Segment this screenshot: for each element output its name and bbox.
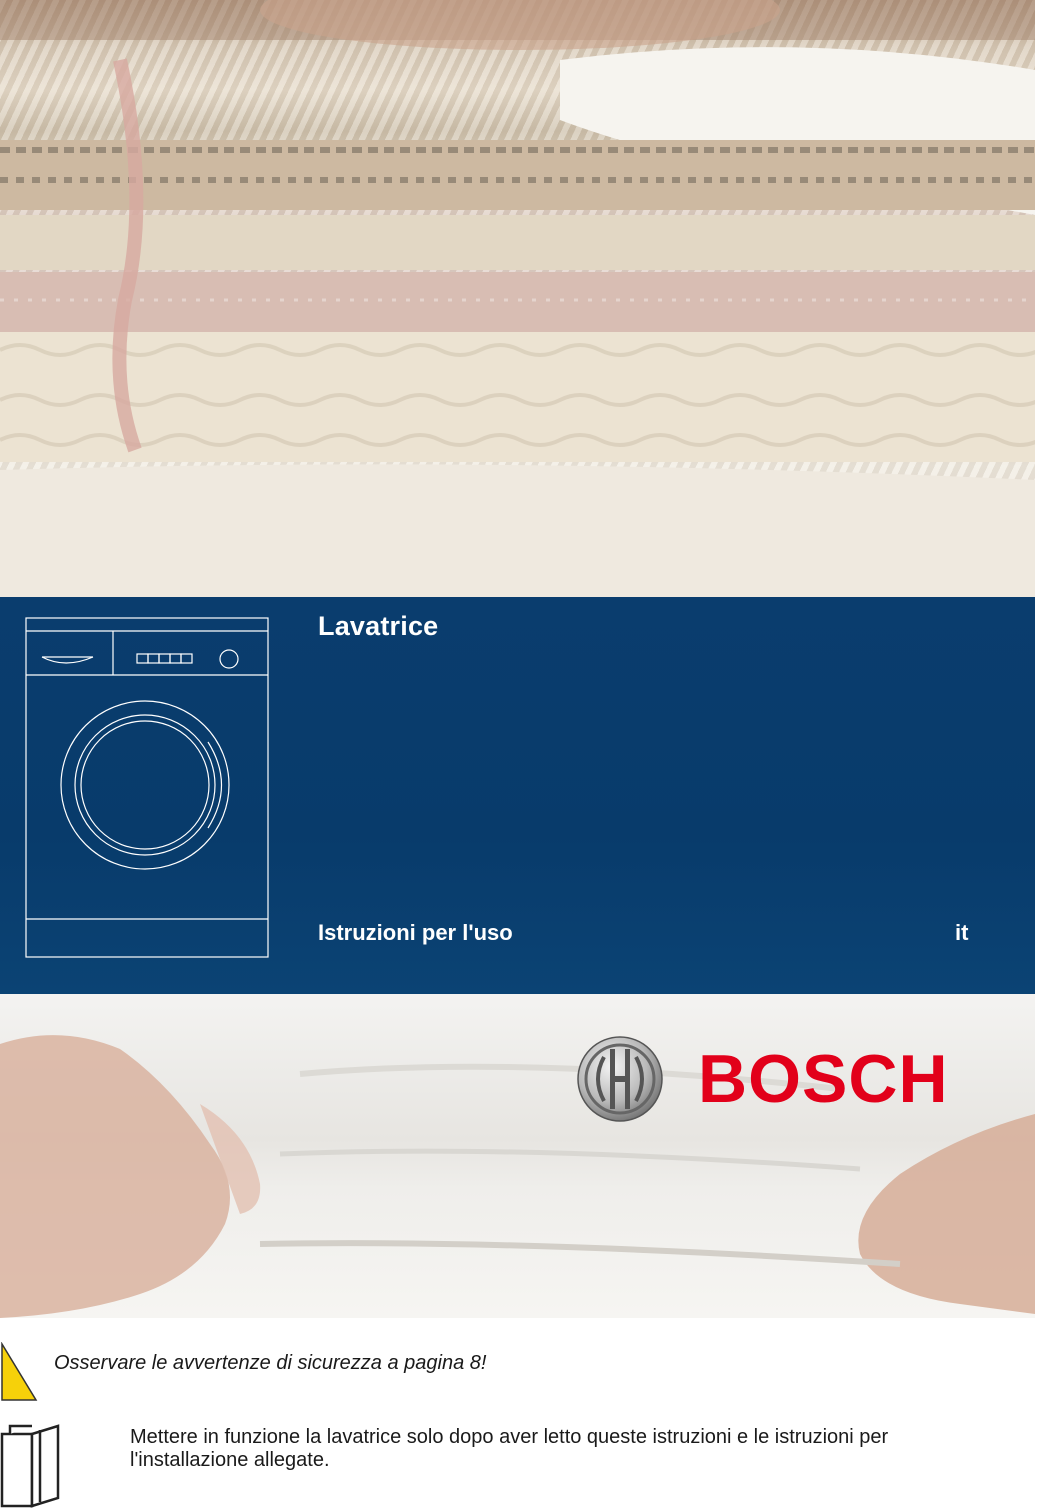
brand-wordmark: BOSCH xyxy=(698,1041,949,1117)
language-code: it xyxy=(955,920,969,945)
product-title: Lavatrice xyxy=(318,611,439,641)
washing-machine-icon xyxy=(25,617,269,958)
laundry-photo-top xyxy=(0,0,1035,597)
safety-notice: Osservare le avvertenze di sicurezza a p… xyxy=(54,1352,487,1374)
laundry-stack-illustration xyxy=(0,0,1035,597)
bosch-armature-logo xyxy=(577,1036,663,1122)
open-book-icon xyxy=(0,1424,60,1508)
document-subtitle: Istruzioni per l'uso xyxy=(318,920,513,945)
read-instructions-notice: Mettere in funzione la lavatrice solo do… xyxy=(130,1426,889,1471)
warning-triangle-icon xyxy=(1,1342,38,1401)
